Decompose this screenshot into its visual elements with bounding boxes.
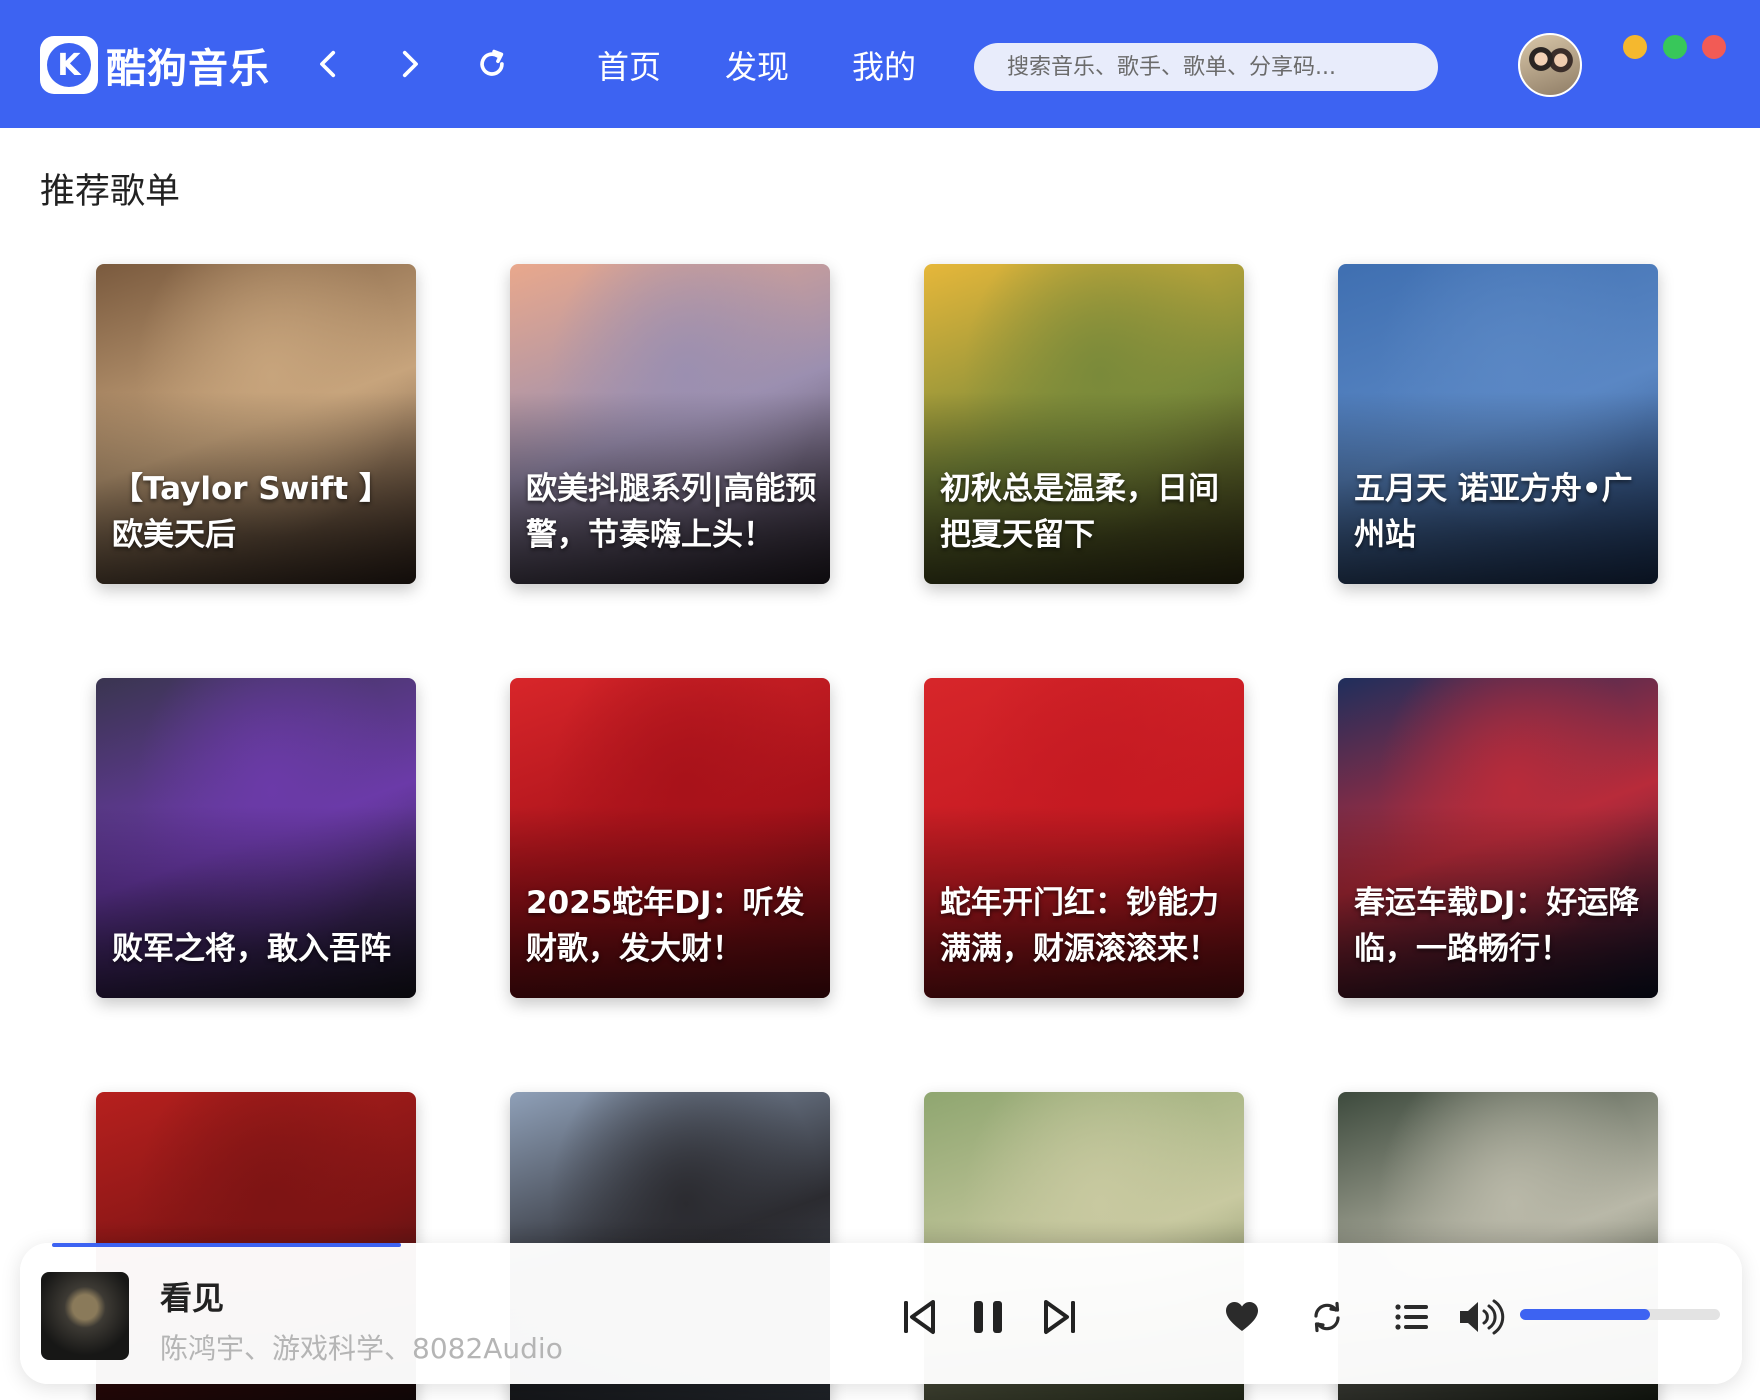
playlist-card[interactable]: 五月天 诺亚方舟•广州站 bbox=[1338, 264, 1658, 584]
back-button[interactable] bbox=[305, 40, 353, 88]
section-title: 推荐歌单 bbox=[40, 172, 181, 212]
tab-discover[interactable]: 发现 bbox=[725, 42, 789, 88]
like-button[interactable] bbox=[1220, 1295, 1264, 1339]
song-artists: 陈鸿宇、游戏科学、8082Audio bbox=[160, 1332, 563, 1365]
playlist-title: 春运车载DJ：好运降临，一路畅行！ bbox=[1354, 885, 1640, 967]
volume-fill bbox=[1520, 1309, 1650, 1320]
song-title: 看见 bbox=[160, 1279, 225, 1317]
progress-bar[interactable] bbox=[52, 1243, 1712, 1247]
logo-icon: K bbox=[40, 36, 98, 94]
window-minimize-button[interactable] bbox=[1623, 35, 1647, 59]
playlist-card[interactable]: 败军之将，敢入吾阵 bbox=[96, 678, 416, 998]
chevron-left-icon bbox=[320, 50, 336, 78]
refresh-icon bbox=[480, 49, 504, 76]
search-input[interactable] bbox=[1007, 54, 1438, 80]
volume-slider[interactable] bbox=[1520, 1309, 1720, 1320]
playlist-title: 【Taylor Swift 】欧美天后 bbox=[112, 471, 391, 553]
chevron-right-icon bbox=[402, 50, 418, 78]
user-avatar[interactable] bbox=[1518, 33, 1582, 97]
playlist-card[interactable]: 春运车载DJ：好运降临，一路畅行！ bbox=[1338, 678, 1658, 998]
playlist-title: 初秋总是温柔，日间把夏天留下 bbox=[940, 471, 1219, 553]
previous-button[interactable] bbox=[895, 1293, 943, 1341]
pause-button[interactable] bbox=[964, 1293, 1012, 1341]
playlist-title: 败军之将，敢入吾阵 bbox=[112, 931, 391, 967]
skip-previous-icon bbox=[904, 1300, 935, 1334]
forward-button[interactable] bbox=[385, 40, 433, 88]
volume-icon bbox=[1460, 1299, 1505, 1335]
playlist-title: 蛇年开门红：钞能力满满，财源滚滚来！ bbox=[940, 885, 1219, 967]
playlist-card[interactable]: 【Taylor Swift 】欧美天后 bbox=[96, 264, 416, 584]
window-maximize-button[interactable] bbox=[1663, 35, 1687, 59]
skip-next-icon bbox=[1044, 1300, 1075, 1334]
logo-letter: K bbox=[47, 43, 91, 87]
heart-icon bbox=[1226, 1302, 1258, 1331]
player-bar: 看见 陈鸿宇、游戏科学、8082Audio bbox=[20, 1243, 1742, 1384]
playlist-card[interactable]: 欧美抖腿系列|高能预警，节奏嗨上头！ bbox=[510, 264, 830, 584]
search-box[interactable] bbox=[974, 43, 1438, 91]
app-name: 酷狗音乐 bbox=[106, 46, 270, 92]
playlist-title: 五月天 诺亚方舟•广州站 bbox=[1354, 471, 1633, 553]
repeat-button[interactable] bbox=[1305, 1295, 1349, 1339]
pause-icon bbox=[974, 1301, 1002, 1333]
playlist-button[interactable] bbox=[1390, 1295, 1434, 1339]
album-cover[interactable] bbox=[41, 1272, 129, 1360]
playlist-card[interactable]: 初秋总是温柔，日间把夏天留下 bbox=[924, 264, 1244, 584]
playlist-title: 2025蛇年DJ：听发财歌，发大财！ bbox=[526, 885, 805, 967]
tab-home[interactable]: 首页 bbox=[597, 42, 661, 88]
window-close-button[interactable] bbox=[1702, 35, 1726, 59]
top-header: K 酷狗音乐 首页 发现 我的 bbox=[0, 0, 1760, 128]
app-logo[interactable]: K 酷狗音乐 bbox=[40, 36, 270, 94]
tab-mine[interactable]: 我的 bbox=[852, 42, 916, 88]
next-button[interactable] bbox=[1036, 1293, 1084, 1341]
playlist-card[interactable]: 蛇年开门红：钞能力满满，财源滚滚来！ bbox=[924, 678, 1244, 998]
repeat-icon bbox=[1314, 1301, 1340, 1333]
playlist-title: 欧美抖腿系列|高能预警，节奏嗨上头！ bbox=[526, 471, 817, 553]
progress-fill bbox=[52, 1243, 401, 1247]
volume-button[interactable] bbox=[1455, 1293, 1507, 1341]
refresh-button[interactable] bbox=[468, 40, 516, 88]
playlist-icon bbox=[1395, 1304, 1428, 1330]
playlist-card[interactable]: 2025蛇年DJ：听发财歌，发大财！ bbox=[510, 678, 830, 998]
